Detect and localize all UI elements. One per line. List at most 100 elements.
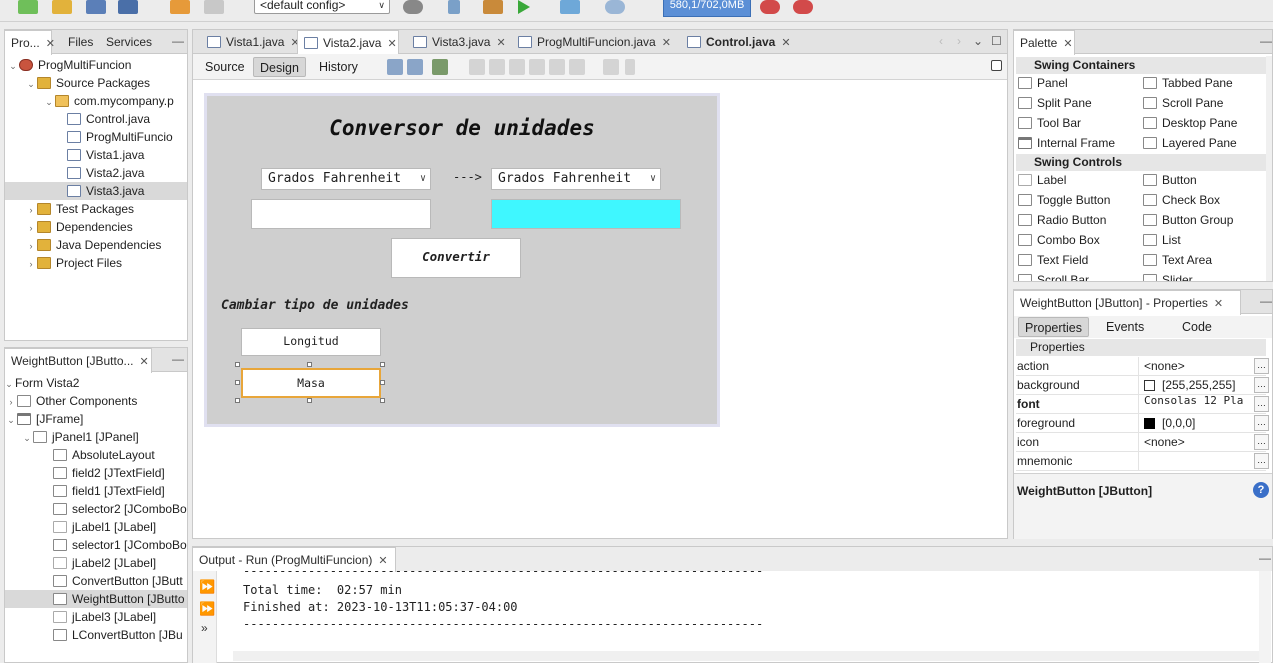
tab-properties-window[interactable]: WeightButton [JButton] - Properties ✕ [1013, 290, 1241, 315]
align-bottom-icon[interactable] [549, 59, 565, 75]
resize-horizontal-icon[interactable] [603, 59, 619, 75]
align-top-icon[interactable] [529, 59, 545, 75]
tree-row[interactable]: › Project Files [25, 254, 123, 273]
collapse-icon[interactable]: › [25, 237, 37, 255]
tree-row[interactable]: › Other Components [5, 392, 138, 411]
tree-row[interactable]: ⌄ ProgMultiFuncion [7, 56, 131, 74]
expand-icon[interactable]: ⌄ [5, 411, 17, 429]
resize-handle[interactable] [307, 362, 312, 367]
tree-row[interactable]: Vista2.java [67, 164, 144, 182]
align-center-icon[interactable] [509, 59, 525, 75]
tab-properties[interactable]: Properties [1018, 317, 1089, 337]
tree-row[interactable]: Vista1.java [67, 146, 144, 164]
tree-row[interactable]: ProgMultiFuncio [67, 128, 173, 146]
tree-row[interactable]: AbsoluteLayout [53, 446, 155, 464]
tab-control[interactable]: Control.java ✕ [681, 30, 791, 54]
palette-section-containers[interactable]: Swing Containers [1016, 57, 1266, 74]
property-row-foreground[interactable]: foreground [0,0,0]… [1016, 414, 1269, 433]
close-icon[interactable]: ✕ [387, 38, 396, 50]
scroll-left-icon[interactable]: ‹ [939, 34, 943, 48]
ellipsis-button[interactable]: … [1254, 396, 1269, 412]
profile-icon[interactable] [605, 0, 625, 14]
tree-row[interactable]: › Test Packages [25, 200, 135, 219]
close-icon[interactable]: ✕ [46, 38, 55, 50]
resize-handle[interactable] [307, 398, 312, 403]
palette-item[interactable]: Scroll Bar [1018, 271, 1089, 281]
palette-item[interactable]: Check Box [1143, 191, 1220, 209]
palette-item[interactable]: Scroll Pane [1143, 94, 1223, 112]
palette-item[interactable]: Text Field [1018, 251, 1088, 269]
resize-handle[interactable] [380, 398, 385, 403]
minimize-icon[interactable]: — [1260, 34, 1272, 48]
tree-row[interactable]: LConvertButton [JBu [53, 626, 183, 644]
tree-row[interactable]: jLabel1 [JLabel] [53, 518, 156, 536]
ellipsis-button[interactable]: … [1254, 377, 1269, 393]
ellipsis-button[interactable]: … [1254, 415, 1269, 431]
new-file-icon[interactable] [18, 0, 38, 14]
save-all-icon[interactable] [118, 0, 138, 14]
palette-item[interactable]: Button [1143, 171, 1197, 189]
property-value[interactable]: <none> [1144, 357, 1248, 376]
resize-handle[interactable] [235, 398, 240, 403]
tree-row[interactable]: selector2 [JComboBo [53, 500, 187, 518]
palette-item[interactable]: Internal Frame [1018, 134, 1115, 152]
palette-item[interactable]: Desktop Pane [1143, 114, 1237, 132]
collapse-icon[interactable]: › [25, 201, 37, 219]
convert-button[interactable]: Convertir [391, 238, 521, 278]
tree-row[interactable]: jLabel3 [JLabel] [53, 608, 156, 626]
tab-projects[interactable]: Pro... ✕ [4, 30, 55, 55]
close-icon[interactable]: ✕ [1063, 38, 1072, 50]
memory-indicator[interactable]: 580,1/702,0MB [663, 0, 751, 17]
align-left-icon[interactable] [469, 59, 485, 75]
palette-scrollbar[interactable] [1266, 56, 1272, 281]
preview-design-icon[interactable] [432, 59, 448, 75]
tab-files[interactable]: Files [62, 30, 93, 54]
tab-code[interactable]: Code [1176, 317, 1218, 337]
clean-build-icon[interactable] [448, 0, 460, 14]
tree-row[interactable]: ⌄ jPanel1 [JPanel] [21, 428, 139, 446]
collapse-icon[interactable]: › [5, 393, 17, 411]
resize-handle[interactable] [235, 380, 240, 385]
palette-item[interactable]: Layered Pane [1143, 134, 1237, 152]
palette-item[interactable]: Slider [1143, 271, 1193, 281]
config-select[interactable]: <default config> ∨ [254, 0, 390, 14]
resize-handle[interactable] [235, 362, 240, 367]
collapse-icon[interactable]: › [25, 255, 37, 273]
tree-row[interactable]: field1 [JTextField] [53, 482, 165, 500]
rerun-with-args-icon[interactable]: ⏩ [199, 601, 215, 617]
tree-row[interactable]: ConvertButton [JButt [53, 572, 183, 590]
output-scrollbar[interactable] [1259, 571, 1271, 663]
property-value[interactable]: <none> [1144, 433, 1248, 452]
tab-vista3[interactable]: Vista3.java ✕ [407, 30, 506, 54]
align-right-icon[interactable] [489, 59, 505, 75]
property-row-mnemonic[interactable]: mnemonic… [1016, 452, 1269, 471]
tree-row[interactable]: › Dependencies [25, 218, 133, 236]
expand-icon[interactable]: ⌄ [3, 375, 15, 393]
tab-services[interactable]: Services [100, 30, 152, 54]
close-icon[interactable]: ✕ [781, 37, 790, 49]
chevron-down-icon[interactable]: ⌄ [973, 34, 983, 48]
property-value[interactable]: Consolas 12 Pla [1144, 391, 1248, 410]
expand-icon[interactable]: ⌄ [7, 57, 19, 75]
close-icon[interactable]: ✕ [140, 356, 149, 368]
close-icon[interactable]: ✕ [662, 37, 671, 49]
resize-vertical-icon[interactable] [625, 59, 635, 75]
length-button[interactable]: Longitud [241, 328, 381, 356]
tree-row-selected[interactable]: Vista3.java [5, 182, 187, 200]
undo-icon[interactable] [170, 0, 190, 14]
resize-handle[interactable] [380, 380, 385, 385]
align-middle-icon[interactable] [569, 59, 585, 75]
help-icon[interactable]: ? [1253, 482, 1269, 498]
new-project-icon[interactable] [52, 0, 72, 14]
tree-row[interactable]: ⌄ [JFrame] [5, 410, 83, 428]
minimize-icon[interactable]: — [172, 34, 184, 48]
ellipsis-button[interactable]: … [1254, 434, 1269, 450]
expand-icon[interactable]: ⌄ [25, 75, 37, 93]
debug-icon[interactable] [560, 0, 580, 14]
properties-section[interactable]: Properties [1016, 339, 1266, 356]
tree-row[interactable]: Control.java [67, 110, 150, 128]
selector1-combobox[interactable]: Grados Fahrenheit ∨ [261, 168, 431, 190]
palette-item[interactable]: List [1143, 231, 1181, 249]
build-target-icon[interactable] [403, 0, 423, 14]
palette-section-controls[interactable]: Swing Controls [1016, 154, 1266, 171]
